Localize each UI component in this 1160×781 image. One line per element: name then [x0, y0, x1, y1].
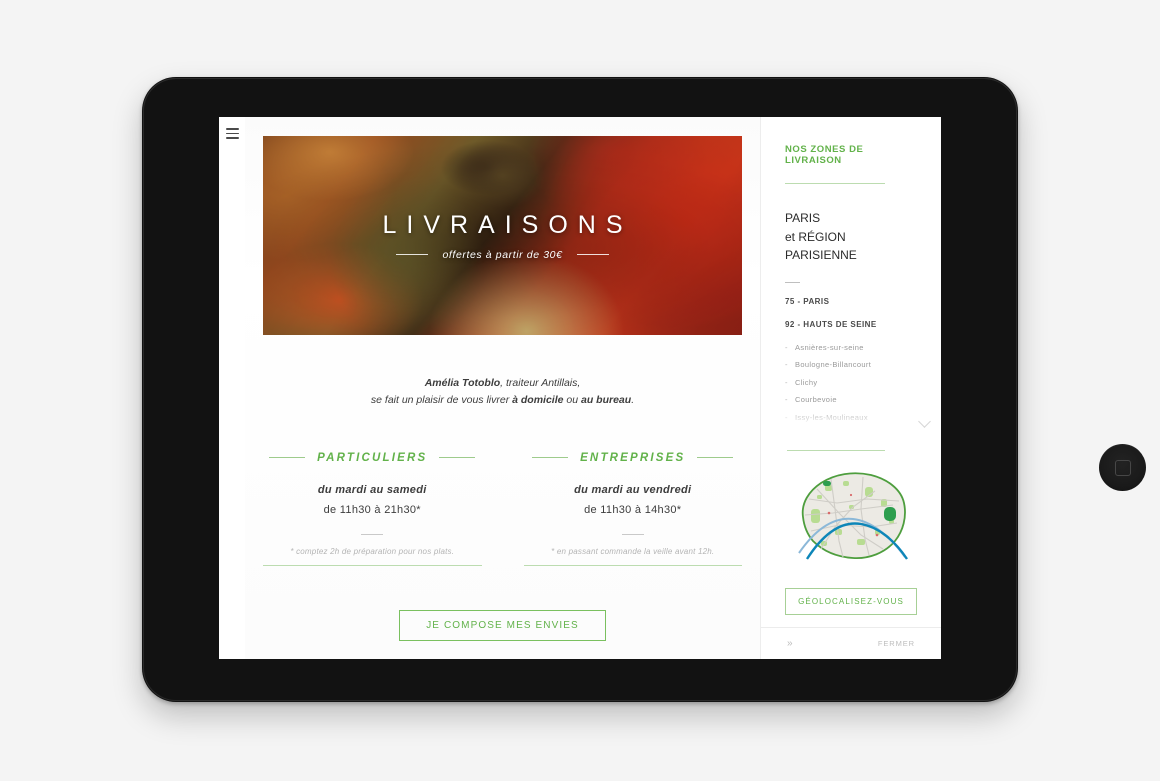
column-days: du mardi au samedi	[317, 483, 427, 496]
column-rule-right	[439, 457, 476, 459]
intro-line-1: Amélia Totoblo, traiteur Antillais,	[263, 375, 742, 392]
column-rule-left	[532, 457, 569, 459]
hero-subtitle: offertes à partir de 30€	[442, 248, 563, 261]
chevron-down-icon[interactable]	[918, 415, 931, 429]
schedule-column-particuliers: PARTICULIERS du mardi au samedi de 11h30…	[263, 452, 482, 566]
column-note: * comptez 2h de préparation pour nos pla…	[290, 546, 455, 556]
sidebar-region-line2: et RÉGION PARISIENNE	[785, 229, 857, 263]
intro-line-2-end: .	[631, 394, 635, 407]
column-rule-right	[697, 457, 734, 459]
delivery-zones-sidebar: NOS ZONES DE LIVRAISON PARIS et RÉGION P…	[760, 117, 941, 659]
intro-line-2: se fait un plaisir de vous livrer à domi…	[263, 392, 742, 409]
list-item[interactable]: Courbevoie	[785, 395, 917, 404]
schedule-column-entreprises: ENTREPRISES du mardi au vendredi de 11h3…	[523, 452, 743, 566]
hero-rule-right	[576, 254, 609, 255]
hamburger-bar	[225, 128, 239, 130]
zone-label-75[interactable]: 75 - PARIS	[785, 297, 917, 306]
sidebar-footer: » FERMER	[761, 627, 941, 659]
main-content: LIVRAISONS offertes à partir de 30€ Amél…	[245, 117, 760, 659]
sidebar-region: PARIS et RÉGION PARISIENNE	[785, 209, 917, 265]
geolocate-button[interactable]: GÉOLOCALISEZ-VOUS	[785, 588, 917, 616]
left-rail	[219, 117, 245, 659]
column-hours: de 11h30 à 21h30*	[323, 503, 421, 516]
hamburger-icon[interactable]	[225, 128, 239, 139]
home-button[interactable]	[1099, 444, 1146, 491]
column-hours: de 11h30 à 14h30*	[584, 503, 682, 516]
intro-paragraph: Amélia Totoblo, traiteur Antillais, se f…	[263, 375, 742, 410]
schedule-columns: PARTICULIERS du mardi au samedi de 11h30…	[263, 452, 742, 566]
column-header: PARTICULIERS	[263, 452, 482, 464]
sidebar-map-rule	[787, 450, 885, 452]
close-button[interactable]: FERMER	[878, 639, 915, 648]
cta-row: JE COMPOSE MES ENVIES	[263, 609, 742, 641]
list-item[interactable]: Issy-les-Moulineaux	[785, 413, 917, 422]
intro-line-2-mid: ou	[563, 394, 581, 407]
page-title: LIVRAISONS	[382, 210, 633, 239]
sidebar-region-line1: PARIS	[785, 211, 821, 225]
column-divider	[361, 533, 384, 535]
browser-screen: LIVRAISONS offertes à partir de 30€ Amél…	[219, 117, 941, 659]
hamburger-bar	[225, 132, 239, 134]
home-button-square-icon	[1114, 459, 1131, 476]
zone-label-92[interactable]: 92 - HAUTS DE SEINE	[785, 320, 917, 329]
zone-town-list: Asnières-sur-seine Boulogne-Billancourt …	[781, 343, 941, 433]
column-days: du mardi au vendredi	[574, 483, 692, 496]
paris-map[interactable]	[785, 469, 917, 566]
column-title: PARTICULIERS	[317, 451, 428, 464]
hero-text-block: LIVRAISONS offertes à partir de 30€	[263, 136, 742, 335]
intro-line-1-rest: , traiteur Antillais,	[500, 377, 581, 389]
hero-rule-left	[396, 254, 429, 255]
list-item[interactable]: Boulogne-Billancourt	[785, 360, 917, 369]
column-header: ENTREPRISES	[524, 452, 743, 464]
column-rule-left	[269, 457, 306, 459]
sidebar-region-rule	[785, 281, 800, 283]
sidebar-title: NOS ZONES DE LIVRAISON	[785, 144, 864, 166]
list-item[interactable]: Clichy	[785, 378, 917, 387]
intro-line-2-pre: se fait un plaisir de vous livrer	[370, 394, 513, 407]
next-arrows-icon[interactable]: »	[787, 638, 792, 649]
business-name: Amélia Totoblo	[424, 377, 501, 389]
column-note: * en passant commande la veille avant 12…	[551, 546, 715, 556]
column-divider	[621, 533, 644, 535]
paris-map-svg	[798, 472, 908, 560]
delivery-office: au bureau	[581, 394, 632, 407]
compose-order-button[interactable]: JE COMPOSE MES ENVIES	[399, 609, 606, 641]
hero-subtitle-row: offertes à partir de 30€	[396, 248, 609, 261]
hero-banner: LIVRAISONS offertes à partir de 30€	[263, 136, 742, 335]
sidebar-title-rule	[785, 183, 885, 184]
list-item[interactable]: Asnières-sur-seine	[785, 343, 917, 352]
hamburger-bar	[225, 137, 239, 139]
column-title: ENTREPRISES	[580, 451, 686, 464]
delivery-home: à domicile	[512, 394, 564, 407]
